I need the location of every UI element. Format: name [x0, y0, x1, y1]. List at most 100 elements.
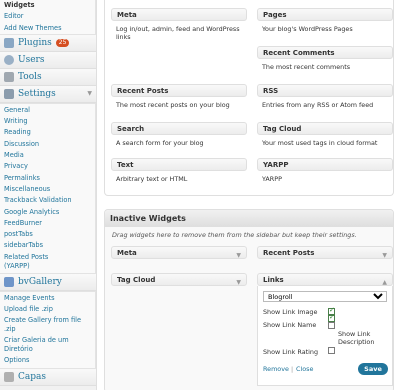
inactive-widgets-panel: Inactive Widgets Drag widgets here to re…: [104, 209, 394, 390]
save-button-label: Save: [364, 365, 382, 373]
widget-title: Tag Cloud: [263, 125, 302, 133]
sidebar-item-privacy[interactable]: Privacy: [0, 161, 95, 172]
widget-title: Pages: [263, 11, 287, 19]
show-link-name-checkbox[interactable]: [328, 313, 335, 322]
sidebar-item-general[interactable]: General: [0, 105, 95, 116]
widget-recent-comments[interactable]: Recent Comments: [257, 46, 393, 59]
widget-title: RSS: [263, 87, 279, 95]
bvgallery-submenu: Manage Events Upload file .zip Create Ga…: [0, 290, 96, 369]
sidebar-item-miscellaneous[interactable]: Miscellaneous: [0, 184, 95, 195]
plugins-update-badge: 25: [55, 38, 70, 47]
bvgallery-label: bvGallery: [18, 276, 62, 287]
inactive-widget-recent-posts[interactable]: Recent Posts ▼: [257, 246, 393, 259]
links-widget-form: Blogroll Show Link Image Show Link Name …: [257, 286, 393, 386]
widget-description: Your most used tags in cloud format: [262, 139, 378, 147]
settings-label: Settings: [18, 88, 56, 99]
sidebar-item-options[interactable]: Options: [0, 355, 95, 366]
users-icon: [4, 54, 14, 65]
inactive-widgets-title: Inactive Widgets: [110, 214, 186, 223]
sidebar-item-editor[interactable]: Editor: [0, 11, 95, 22]
sidebar-item-manage-events[interactable]: Manage Events: [0, 293, 95, 304]
capas-label: Capas: [18, 371, 46, 382]
widget-text[interactable]: Text: [111, 158, 247, 171]
widget-description: A search form for your blog: [116, 139, 204, 147]
inactive-widgets-hint: Drag widgets here to remove them from th…: [112, 231, 357, 239]
widget-meta[interactable]: Meta: [111, 8, 247, 21]
sidebar-item-sidebartabs[interactable]: sidebarTabs: [0, 240, 95, 251]
inactive-widget-links[interactable]: Links ▲: [257, 273, 393, 286]
sidebar-item-trackback-validation[interactable]: Trackback Validation: [0, 195, 95, 206]
available-widgets-panel: Meta Log in/out, admin, feed and WordPre…: [104, 0, 394, 196]
remove-link[interactable]: Remove: [263, 365, 289, 373]
capas-icon: [4, 371, 14, 382]
sidebar-item-google-analytics[interactable]: Google Analytics: [0, 207, 95, 218]
sidebar-item-plugins[interactable]: Plugins 25: [0, 34, 96, 52]
show-link-image-label: Show Link Image: [263, 308, 318, 316]
appearance-submenu: Widgets Editor Add New Themes: [0, 0, 96, 35]
widget-description: YARPP: [262, 175, 282, 183]
sidebar-item-capas[interactable]: Capas: [0, 368, 96, 386]
expand-arrow-icon[interactable]: ▼: [382, 250, 387, 262]
link-separator: |: [291, 365, 294, 373]
main-content: Meta Log in/out, admin, feed and WordPre…: [98, 0, 400, 390]
widget-recent-posts[interactable]: Recent Posts: [111, 84, 247, 97]
expand-arrow-icon[interactable]: ▼: [236, 277, 241, 289]
sidebar-item-add-new-themes[interactable]: Add New Themes: [0, 23, 95, 34]
widget-yarpp[interactable]: YARPP: [257, 158, 393, 171]
save-button[interactable]: Save: [358, 363, 388, 375]
show-link-description-label: Show Link Description: [338, 330, 375, 346]
widget-title: YARPP: [263, 161, 289, 169]
sidebar-item-permalinks[interactable]: Permalinks: [0, 173, 95, 184]
widget-title: Links: [263, 276, 284, 284]
users-label: Users: [18, 54, 45, 65]
widget-title: Meta: [117, 11, 137, 19]
widget-rss[interactable]: RSS: [257, 84, 393, 97]
collapse-arrow-icon[interactable]: ▼: [87, 90, 92, 97]
gallery-icon: [4, 276, 14, 287]
sidebar-item-widgets[interactable]: Widgets: [0, 0, 95, 11]
sidebar-item-tools[interactable]: Tools: [0, 68, 96, 86]
plugins-label: Plugins: [18, 37, 52, 48]
sidebar-item-feedburner[interactable]: FeedBurner: [0, 218, 95, 229]
widget-title: Recent Posts: [263, 249, 315, 257]
sidebar-item-upload-zip[interactable]: Upload file .zip: [0, 304, 95, 315]
widget-description: Arbitrary text or HTML: [116, 175, 188, 183]
sidebar-item-media[interactable]: Media: [0, 150, 95, 161]
sidebar-item-settings[interactable]: Settings ▼: [0, 85, 96, 103]
inactive-widget-tag-cloud[interactable]: Tag Cloud ▼: [111, 273, 247, 286]
inactive-widget-meta[interactable]: Meta ▼: [111, 246, 247, 259]
inactive-widgets-header[interactable]: Inactive Widgets: [105, 210, 393, 227]
widget-description: The most recent posts on your blog: [116, 101, 230, 109]
widget-description: Log in/out, admin, feed and WordPress li…: [116, 25, 240, 41]
widget-description: Your blog's WordPress Pages: [262, 25, 353, 33]
sidebar-item-create-gallery-zip[interactable]: Create Gallery from file .zip: [0, 315, 90, 335]
sidebar-item-discussion[interactable]: Discussion: [0, 139, 95, 150]
settings-submenu: General Writing Reading Discussion Media…: [0, 102, 96, 274]
widget-title: Recent Posts: [117, 87, 169, 95]
sidebar-item-criar-galeria[interactable]: Criar Galeria de um Diretório: [0, 335, 90, 355]
show-link-description-checkbox[interactable]: [328, 322, 335, 329]
sidebar-item-users[interactable]: Users: [0, 51, 96, 69]
widget-description: The most recent comments: [262, 63, 351, 71]
widget-pages[interactable]: Pages: [257, 8, 393, 21]
link-category-select[interactable]: Blogroll: [263, 291, 387, 302]
sidebar-item-posttabs[interactable]: postTabs: [0, 229, 95, 240]
widget-search[interactable]: Search: [111, 122, 247, 135]
close-link[interactable]: Close: [296, 365, 313, 373]
widget-tag-cloud[interactable]: Tag Cloud: [257, 122, 393, 135]
widget-title: Recent Comments: [263, 49, 335, 57]
tools-icon: [4, 71, 14, 82]
show-link-rating-checkbox[interactable]: [328, 347, 335, 354]
show-link-name-label: Show Link Name: [263, 321, 317, 329]
widget-title: Text: [117, 161, 134, 169]
sidebar-item-bvgallery[interactable]: bvGallery: [0, 273, 96, 291]
widget-title: Meta: [117, 249, 137, 257]
sidebar-item-related-posts[interactable]: Related Posts (YARPP): [0, 252, 60, 272]
settings-icon: [4, 88, 14, 99]
plug-icon: [4, 37, 14, 48]
widget-title: Search: [117, 125, 145, 133]
sidebar-item-reading[interactable]: Reading: [0, 127, 95, 138]
tools-label: Tools: [18, 71, 42, 82]
expand-arrow-icon[interactable]: ▼: [236, 250, 241, 262]
sidebar-item-writing[interactable]: Writing: [0, 116, 95, 127]
